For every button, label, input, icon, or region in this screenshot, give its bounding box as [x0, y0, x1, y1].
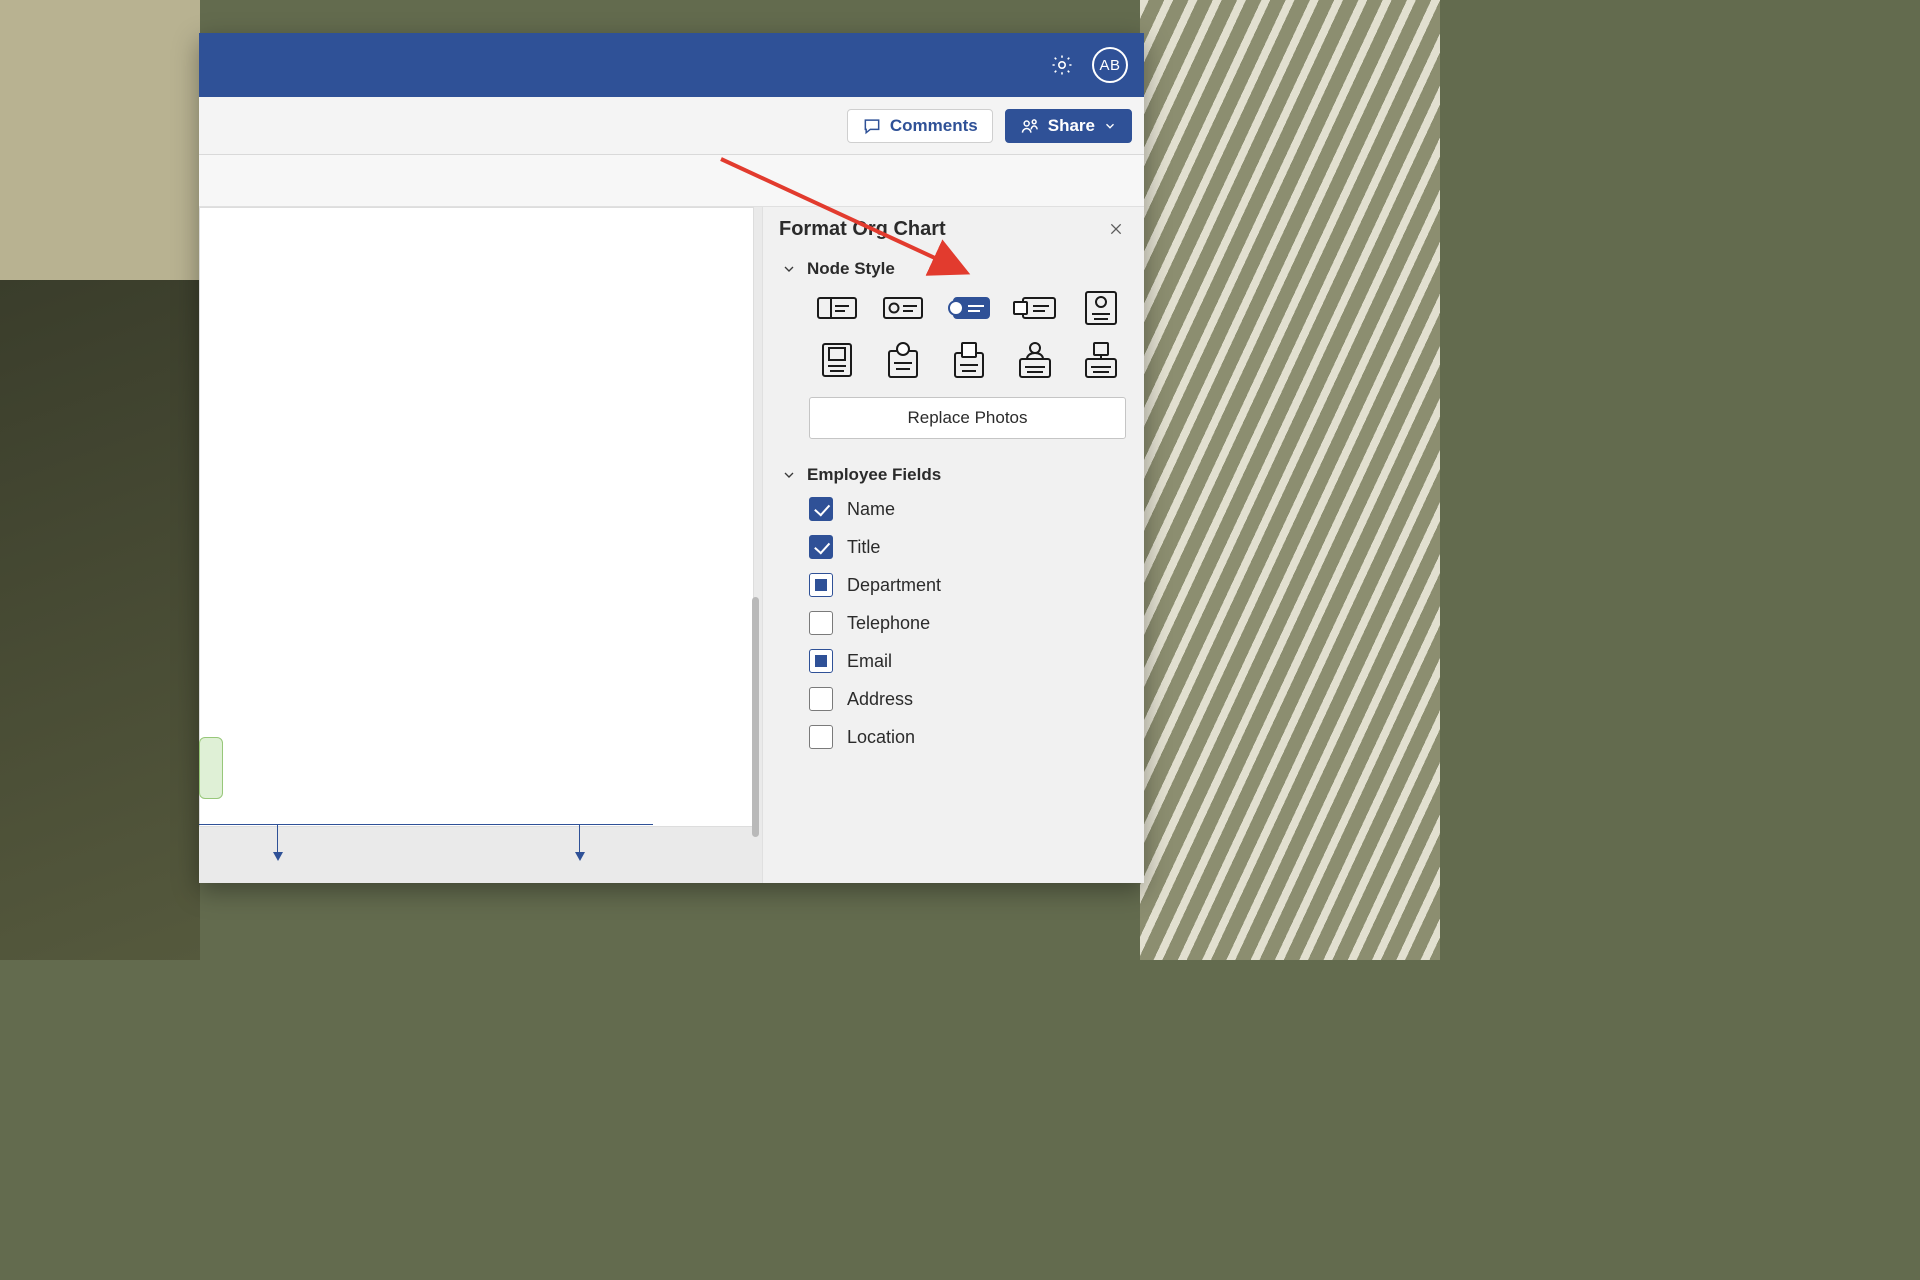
checkbox-address[interactable] [809, 687, 833, 711]
replace-photos-button[interactable]: Replace Photos [809, 397, 1126, 439]
node-style-option[interactable] [941, 289, 997, 327]
settings-icon[interactable] [1050, 53, 1074, 77]
employee-field-row: Location [809, 725, 1144, 749]
checkbox-title[interactable] [809, 535, 833, 559]
format-org-chart-panel: Format Org Chart Node Style [762, 207, 1144, 883]
node-style-option[interactable] [1007, 289, 1063, 327]
comments-button[interactable]: Comments [847, 109, 993, 143]
comments-label: Comments [890, 116, 978, 136]
employee-fields-section-header[interactable]: Employee Fields [763, 461, 1144, 495]
employee-field-row: Email [809, 649, 1144, 673]
ribbon-area [199, 155, 1144, 207]
employee-field-row: Address [809, 687, 1144, 711]
employee-field-row: Department [809, 573, 1144, 597]
panel-title: Format Org Chart [779, 218, 1104, 241]
user-avatar[interactable]: AB [1092, 47, 1128, 83]
titlebar: AB [199, 33, 1144, 97]
node-style-option[interactable] [809, 289, 865, 327]
desktop-bg [1140, 0, 1440, 960]
node-style-option[interactable] [1073, 289, 1129, 327]
share-label: Share [1048, 116, 1095, 136]
chevron-down-icon [781, 261, 797, 277]
desktop-bg [0, 0, 200, 280]
node-style-grid [763, 289, 1144, 397]
employee-field-list: Name Title Department Telephone Email [763, 495, 1144, 749]
employee-field-row: Telephone [809, 611, 1144, 635]
checkbox-email[interactable] [809, 649, 833, 673]
employee-field-row: Name [809, 497, 1144, 521]
visio-window: AB Comments Share [199, 33, 1144, 883]
commandbar: Comments Share [199, 97, 1144, 155]
close-icon[interactable] [1104, 217, 1128, 241]
node-style-option[interactable] [875, 289, 931, 327]
org-chart-node[interactable] [199, 737, 223, 799]
node-style-option[interactable] [1007, 341, 1063, 379]
desktop-bg [0, 280, 200, 960]
page[interactable] [199, 207, 754, 827]
employee-field-row: Title [809, 535, 1144, 559]
node-style-section-header[interactable]: Node Style [763, 255, 1144, 289]
org-chart-connector [199, 824, 653, 860]
checkbox-telephone[interactable] [809, 611, 833, 635]
checkbox-name[interactable] [809, 497, 833, 521]
drawing-canvas[interactable] [199, 207, 762, 883]
node-style-option[interactable] [1073, 341, 1129, 379]
workspace: Format Org Chart Node Style [199, 207, 1144, 883]
checkbox-department[interactable] [809, 573, 833, 597]
node-style-option[interactable] [941, 341, 997, 379]
vertical-scrollbar[interactable] [752, 597, 759, 837]
checkbox-location[interactable] [809, 725, 833, 749]
share-button[interactable]: Share [1005, 109, 1132, 143]
node-style-option[interactable] [809, 341, 865, 379]
chevron-down-icon [1103, 119, 1117, 133]
chevron-down-icon [781, 467, 797, 483]
node-style-option[interactable] [875, 341, 931, 379]
